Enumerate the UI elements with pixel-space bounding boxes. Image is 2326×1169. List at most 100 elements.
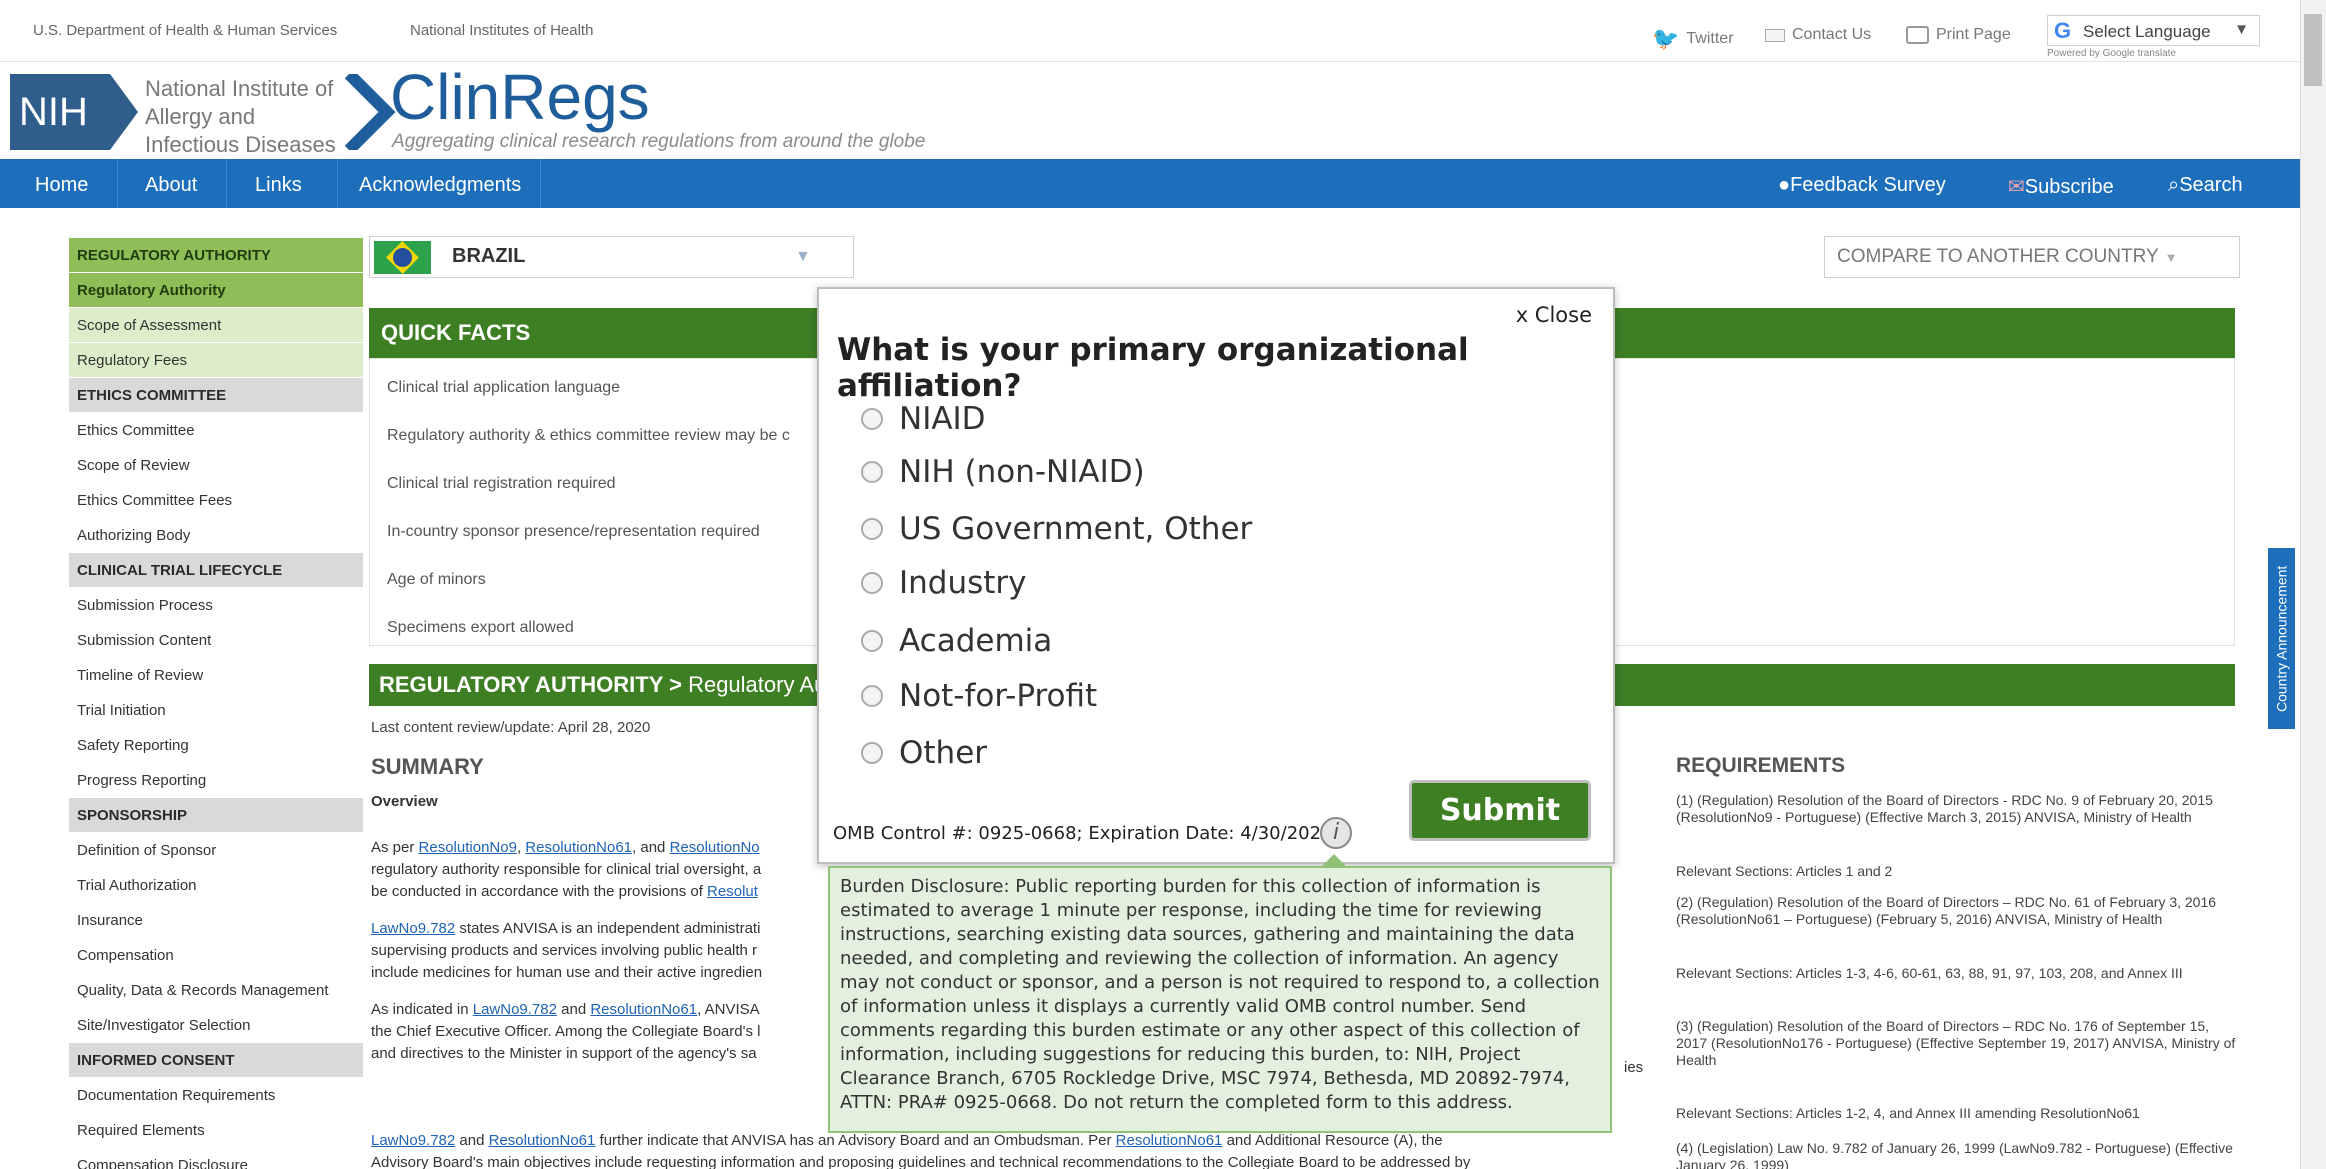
printer-icon [1906,26,1929,44]
sidebar-item-clinical-trial-lifecycle: CLINICAL TRIAL LIFECYCLE [69,553,363,588]
language-select[interactable]: G Select Language ▼ [2047,15,2260,46]
translate-note: Powered by Google translate [2047,48,2176,59]
option-nih[interactable]: NIH (non-NIAID) [861,454,1145,490]
sidebar-item-regulatory-authority[interactable]: Regulatory Authority [69,273,363,308]
radio-button[interactable] [861,572,883,594]
sidebar-item-trial-initiation[interactable]: Trial Initiation [69,693,363,728]
sidebar-item-quality-data-records-management[interactable]: Quality, Data & Records Management [69,973,363,1008]
country-announcement-tab[interactable]: Country Announcement [2268,548,2295,729]
option-us-government[interactable]: US Government, Other [861,511,1252,547]
law-link[interactable]: LawNo9.782 [371,1132,455,1149]
sidebar-item-documentation-requirements[interactable]: Documentation Requirements [69,1078,363,1113]
requirement-section: Relevant Sections: Articles 1-3, 4-6, 60… [1676,965,2183,981]
radio-button[interactable] [861,742,883,764]
nih-link[interactable]: National Institutes of Health [410,22,593,39]
resolution-link[interactable]: ResolutionNo9 [419,839,517,856]
nav-home[interactable]: Home [35,174,88,197]
contact-us-link[interactable]: Contact Us [1765,26,1871,44]
requirements-heading: REQUIREMENTS [1676,754,1846,777]
print-page-link[interactable]: Print Page [1906,26,2011,44]
radio-button[interactable] [861,461,883,483]
requirement-section: Relevant Sections: Articles 1 and 2 [1676,863,1893,879]
option-niaid[interactable]: NIAID [861,401,986,437]
requirement-entry: (4) (Legislation) Law No. 9.782 of Janua… [1676,1140,2233,1169]
resolution-link[interactable]: Resolut [707,883,758,900]
fact-label: Clinical trial registration required [387,475,616,492]
overview-heading: Overview [371,793,438,810]
radio-button[interactable] [861,408,883,430]
sidebar-item-safety-reporting[interactable]: Safety Reporting [69,728,363,763]
summary-heading: SUMMARY [371,754,484,779]
radio-button[interactable] [861,685,883,707]
sidebar-item-ethics-committee-fees[interactable]: Ethics Committee Fees [69,483,363,518]
sidebar-item-site-investigator-selection[interactable]: Site/Investigator Selection [69,1008,363,1043]
sidebar-item-scope-of-review[interactable]: Scope of Review [69,448,363,483]
sidebar-item-required-elements[interactable]: Required Elements [69,1113,363,1148]
subscribe-link[interactable]: ✉Subscribe [2008,174,2114,199]
sidebar-item-informed-consent: INFORMED CONSENT [69,1043,363,1078]
sidebar-item-trial-authorization[interactable]: Trial Authorization [69,868,363,903]
sidebar-item-regulatory-authority[interactable]: REGULATORY AUTHORITY [69,238,363,273]
compare-country-select[interactable]: COMPARE TO ANOTHER COUNTRY ▼ [1824,236,2240,278]
law-link[interactable]: LawNo9.782 [473,1001,557,1018]
search-link[interactable]: ⌕Search [2168,174,2243,197]
fact-label: Regulatory authority & ethics committee … [387,427,790,444]
svg-text:NIH: NIH [19,90,88,134]
sidebar-item-definition-of-sponsor[interactable]: Definition of Sponsor [69,833,363,868]
main-navigation: Home About Links Acknowledgments ●Feedba… [0,159,2326,208]
sidebar-item-ethics-committee[interactable]: Ethics Committee [69,413,363,448]
sidebar-item-regulatory-fees[interactable]: Regulatory Fees [69,343,363,378]
sidebar-item-authorizing-body[interactable]: Authorizing Body [69,518,363,553]
page: U.S. Department of Health & Human Servic… [0,0,2326,1169]
sidebar-item-submission-process[interactable]: Submission Process [69,588,363,623]
hhs-link[interactable]: U.S. Department of Health & Human Servic… [33,22,337,39]
email-icon: ✉ [2008,176,2025,198]
law-link[interactable]: LawNo9.782 [371,920,455,937]
resolution-link[interactable]: ResolutionNo61 [525,839,632,856]
submit-button[interactable]: Submit [1409,780,1591,841]
sidebar-item-insurance[interactable]: Insurance [69,903,363,938]
google-icon: G [2054,18,2072,43]
sidebar-item-compensation[interactable]: Compensation [69,938,363,973]
radio-button[interactable] [861,630,883,652]
option-other[interactable]: Other [861,735,987,771]
sidebar-item-scope-of-assessment[interactable]: Scope of Assessment [69,308,363,343]
option-industry[interactable]: Industry [861,565,1027,601]
brazil-flag-icon [374,241,431,274]
sidebar-item-sponsorship: SPONSORSHIP [69,798,363,833]
resolution-link[interactable]: ResolutionNo61 [590,1001,697,1018]
nav-about[interactable]: About [145,174,197,197]
fact-label: In-country sponsor presence/representati… [387,523,760,540]
sidebar-item-submission-content[interactable]: Submission Content [69,623,363,658]
country-select[interactable] [369,236,854,278]
option-not-for-profit[interactable]: Not-for-Profit [861,678,1097,714]
close-button[interactable]: x Close [1516,303,1592,327]
info-icon[interactable]: i [1320,817,1352,849]
page-scrollbar[interactable] [2300,0,2326,1169]
nav-links[interactable]: Links [255,174,302,197]
chevron-down-icon: ▼ [2234,21,2249,38]
survey-modal: x Close What is your primary organizatio… [817,287,1615,864]
sidebar-item-progress-reporting[interactable]: Progress Reporting [69,763,363,798]
scroll-thumb[interactable] [2304,14,2322,86]
sidebar-item-compensation-disclosure[interactable]: Compensation Disclosure [69,1148,363,1169]
resolution-link[interactable]: ResolutionNo [670,839,760,856]
chevron-down-icon: ▼ [2164,250,2178,265]
option-academia[interactable]: Academia [861,623,1052,659]
resolution-link[interactable]: ResolutionNo61 [489,1132,596,1149]
sidebar-item-timeline-of-review[interactable]: Timeline of Review [69,658,363,693]
requirement-entry: (3) (Regulation) Resolution of the Board… [1676,1018,2236,1068]
resolution-link[interactable]: ResolutionNo61 [1116,1132,1223,1149]
twitter-link[interactable]: 🐦 Twitter [1652,26,1734,52]
radio-button[interactable] [861,518,883,540]
nav-acknowledgments[interactable]: Acknowledgments [359,174,521,197]
sidebar-navigation: REGULATORY AUTHORITY Regulatory Authority… [69,238,363,1169]
chat-icon: ● [1778,174,1791,196]
clinregs-title: ClinRegs [390,61,650,133]
sidebar-item-ethics-committee: ETHICS COMMITTEE [69,378,363,413]
fact-label: Age of minors [387,571,486,588]
requirement-entry: (1) (Regulation) Resolution of the Board… [1676,792,2213,825]
site-tagline: Aggregating clinical research regulation… [392,131,926,152]
omb-control-number: OMB Control #: 0925-0668; Expiration Dat… [833,823,1333,844]
feedback-survey-link[interactable]: ●Feedback Survey [1778,174,1946,197]
